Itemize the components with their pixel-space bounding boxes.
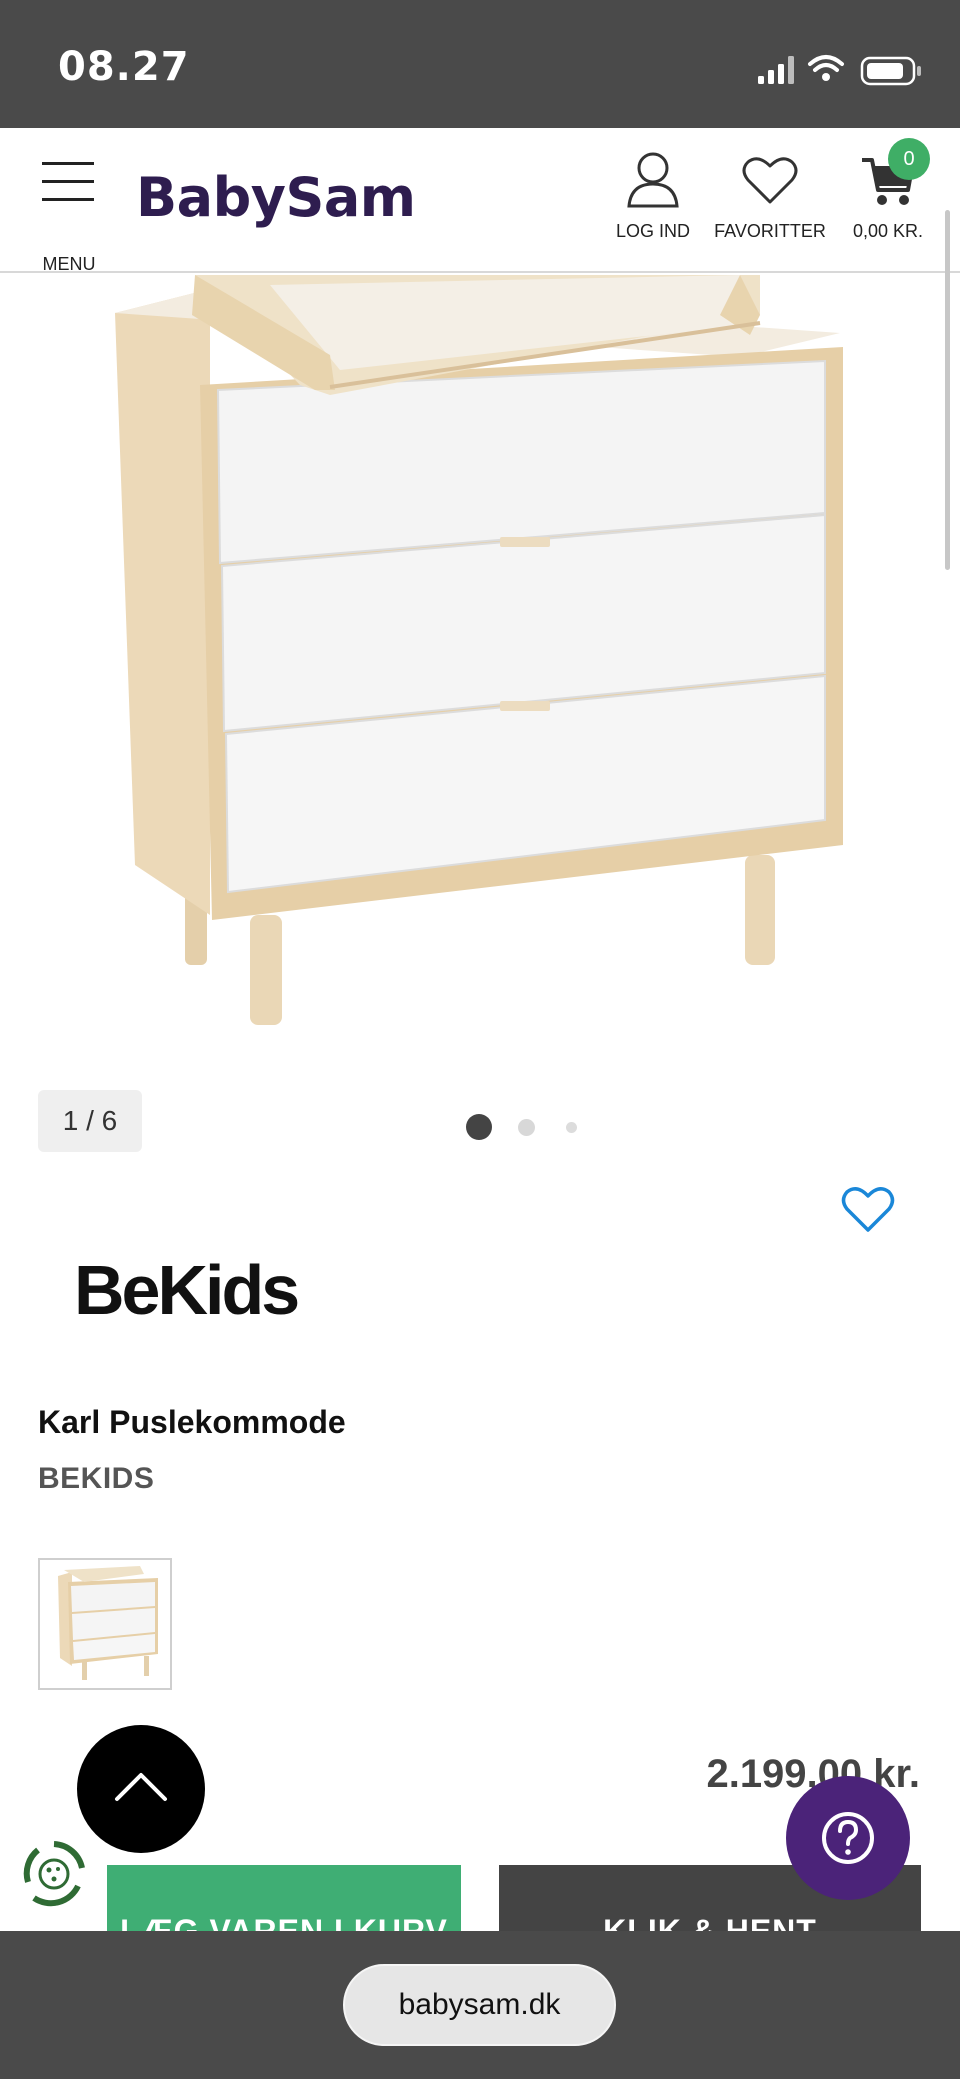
favorites-button[interactable]: FAVORITTER <box>712 150 828 242</box>
brand-logo[interactable]: BeKids <box>74 1250 300 1330</box>
menu-label: MENU <box>42 254 96 274</box>
heart-outline-icon <box>841 1187 895 1232</box>
question-mark-icon <box>822 1812 874 1864</box>
product-brand[interactable]: BEKIDS <box>38 1462 154 1496</box>
chevron-up-icon <box>115 1773 167 1801</box>
heart-icon <box>742 157 798 204</box>
carousel-dot-1[interactable] <box>466 1114 492 1140</box>
image-counter: 1 / 6 <box>38 1090 142 1152</box>
product-title: Karl Puslekommode <box>38 1404 346 1440</box>
login-label: LOG IND <box>615 221 690 241</box>
user-icon <box>627 152 679 208</box>
carousel-dot-3[interactable] <box>566 1122 577 1133</box>
add-to-favorites-button[interactable] <box>840 1182 896 1234</box>
cart-total: 0,00 KR. <box>852 221 924 241</box>
status-time: 08.27 <box>58 44 190 90</box>
favorites-label: FAVORITTER <box>714 221 826 241</box>
menu-button[interactable]: MENU <box>32 154 106 274</box>
back-to-top-button[interactable] <box>77 1725 205 1853</box>
carousel-dot-2[interactable] <box>518 1119 535 1136</box>
site-header: MENU BabySam LOG IND FAVORITTER 0,00 KR. <box>0 128 960 274</box>
signal-wifi-battery-icon <box>758 55 921 86</box>
status-bar: 08.27 <box>0 0 960 128</box>
help-button[interactable] <box>786 1776 910 1900</box>
recycle-icon[interactable] <box>18 1838 90 1910</box>
hamburger-icon <box>42 162 94 202</box>
browser-bottom-bar: babysam.dk <box>0 1931 960 2079</box>
cart-count-badge: 0 <box>888 138 930 180</box>
address-bar[interactable]: babysam.dk <box>343 1964 616 2046</box>
dresser-thumbnail-image <box>58 1566 158 1680</box>
login-button[interactable]: LOG IND <box>612 150 694 242</box>
add-to-cart-button[interactable]: LÆG VAREN I KURV <box>107 1865 461 1931</box>
site-logo[interactable]: BabySam <box>136 166 416 229</box>
status-icons <box>750 50 930 90</box>
product-image[interactable] <box>0 275 960 1035</box>
product-thumbnail[interactable] <box>38 1558 172 1690</box>
dresser-image <box>115 275 843 1025</box>
